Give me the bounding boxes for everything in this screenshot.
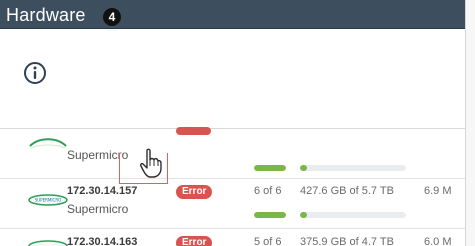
storage-usage-fill xyxy=(300,165,308,171)
table-row[interactable]: Supermicro xyxy=(0,127,465,179)
info-circle-icon xyxy=(24,62,46,84)
storage-text: 427.6 GB of 5.7 TB xyxy=(300,185,394,197)
node-ratio-text: 6 of 6 xyxy=(254,185,282,197)
node-ratio-bar xyxy=(254,165,286,171)
hand-pointer-icon xyxy=(140,148,162,178)
right-scroll-edge xyxy=(465,0,475,246)
supermicro-logo xyxy=(29,138,67,149)
page-title: Hardware xyxy=(6,5,86,25)
device-ip[interactable]: 172.30.14.163 xyxy=(67,236,137,246)
error-badge-partial xyxy=(176,127,211,135)
supermicro-logo: SUPERMICRO xyxy=(28,194,68,206)
hardware-count-badge: 4 xyxy=(103,8,121,26)
info-panel xyxy=(0,29,465,129)
svg-text:SUPERMICRO: SUPERMICRO xyxy=(35,198,62,203)
vendor-label: Supermicro xyxy=(67,202,129,216)
supermicro-logo xyxy=(28,240,68,246)
table-row[interactable]: 172.30.14.163 Error 5 of 6 375.9 GB of 4… xyxy=(0,229,465,246)
node-ratio-fill xyxy=(254,165,286,171)
node-ratio-text: 5 of 6 xyxy=(254,236,282,246)
status-badge: Error xyxy=(176,185,213,199)
table-row[interactable]: SUPERMICRO 172.30.14.157 Supermicro Erro… xyxy=(0,179,465,229)
storage-usage-fill xyxy=(300,212,308,218)
node-ratio-fill xyxy=(254,212,286,218)
device-ip[interactable]: 172.30.14.157 xyxy=(67,185,137,197)
extra-value: 6.9 M xyxy=(424,185,452,197)
storage-usage-bar xyxy=(300,165,406,171)
status-badge: Error xyxy=(176,236,213,246)
hardware-header: Hardware 4 xyxy=(0,0,475,29)
node-ratio-bar xyxy=(254,212,286,218)
extra-value: 6.0 M xyxy=(424,236,452,246)
storage-usage-bar xyxy=(300,212,406,218)
hardware-table: Supermicro SUPERMICRO 172.30.14.157 Supe… xyxy=(0,127,465,246)
storage-text: 375.9 GB of 4.7 TB xyxy=(300,236,394,246)
